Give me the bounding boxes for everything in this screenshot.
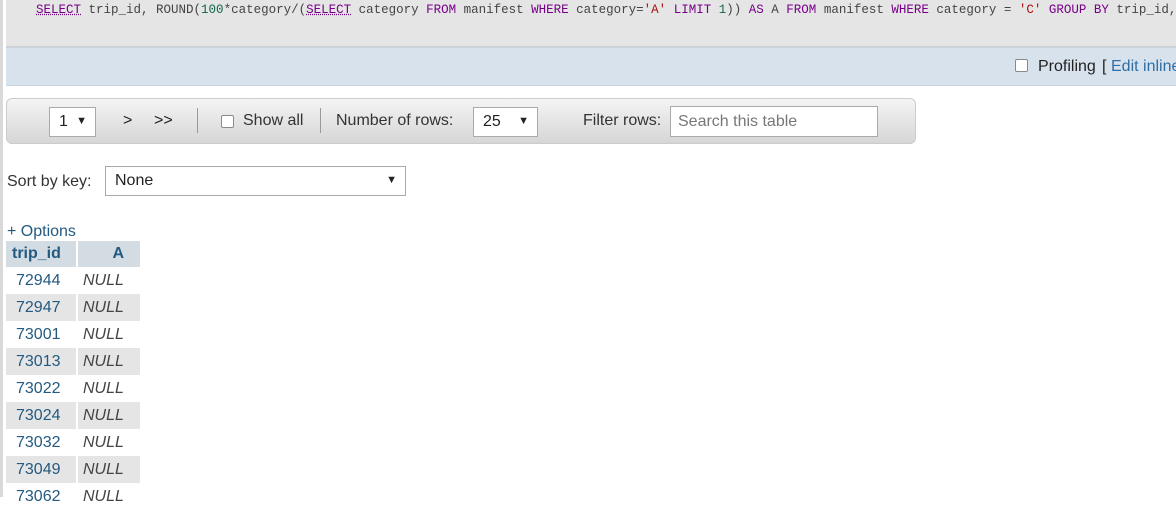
cell-a[interactable]: NULL	[77, 294, 140, 321]
page-select[interactable]: 1 ▼	[49, 107, 96, 137]
page-select-value: 1	[59, 113, 68, 130]
profiling-checkbox[interactable]	[1015, 59, 1028, 72]
sql-token: SELECT	[306, 3, 352, 17]
table-row[interactable]: 73022 NULL	[6, 375, 140, 402]
sort-select-value: None	[115, 172, 154, 189]
table-row[interactable]: 72944 NULL	[6, 267, 140, 294]
sql-token: SELECT	[36, 3, 82, 17]
sql-token: FROM	[426, 3, 457, 17]
sql-token: ))	[726, 3, 749, 17]
chevron-down-icon: ▼	[518, 115, 529, 127]
sql-token: *category/(	[223, 3, 307, 17]
cell-trip-id[interactable]: 73049	[6, 456, 78, 483]
results-table: trip_id A 72944 NULL 72947 NULL 73001 NU…	[6, 241, 140, 510]
sort-by-key-label: Sort by key:	[7, 173, 92, 190]
navigation-bar: 1 ▼ > >> Show all Number of rows: 25 ▼ F…	[6, 98, 916, 144]
table-header-row: trip_id A	[6, 241, 140, 267]
sql-token: LIMIT	[673, 3, 712, 17]
sql-token: GROUP BY	[1048, 3, 1109, 17]
divider	[197, 108, 198, 133]
options-toggle[interactable]: + Options	[7, 223, 76, 241]
sql-token: 'C'	[1018, 3, 1042, 17]
filter-rows-label: Filter rows:	[583, 112, 662, 129]
sql-query-box: SELECT trip_id, ROUND(100*category/(SELE…	[6, 0, 1176, 47]
cell-trip-id[interactable]: 72944	[6, 267, 78, 294]
left-border	[0, 0, 3, 497]
sql-token: manifest	[456, 3, 532, 17]
sort-by-key-select[interactable]: None ▼	[105, 166, 406, 196]
table-row[interactable]: 73024 NULL	[6, 402, 140, 429]
cell-trip-id[interactable]: 73013	[6, 348, 78, 375]
profiling-bar: Profiling [ Edit inline	[6, 47, 1176, 86]
sql-query-text: SELECT trip_id, ROUND(100*category/(SELE…	[36, 3, 1176, 17]
show-all-label: Show all	[243, 112, 304, 129]
filter-search-input[interactable]	[670, 106, 878, 137]
cell-trip-id[interactable]: 72947	[6, 294, 78, 321]
rows-select[interactable]: 25 ▼	[473, 107, 538, 137]
cell-trip-id[interactable]: 73024	[6, 402, 78, 429]
cell-a[interactable]: NULL	[77, 429, 140, 456]
cell-a[interactable]: NULL	[77, 267, 140, 294]
last-page-button[interactable]: >>	[154, 112, 173, 130]
sql-token: category	[351, 3, 427, 17]
chevron-down-icon: ▼	[386, 174, 397, 186]
table-row[interactable]: 73013 NULL	[6, 348, 140, 375]
table-row[interactable]: 72947 NULL	[6, 294, 140, 321]
sql-token: WHERE	[891, 3, 929, 17]
profiling-label: Profiling	[1038, 58, 1096, 75]
sql-token: 'A'	[643, 3, 667, 17]
profiling-bracket: [	[1102, 58, 1107, 75]
cell-trip-id[interactable]: 73032	[6, 429, 78, 456]
sql-token: category =	[928, 3, 1019, 17]
rows-select-value: 25	[483, 113, 501, 130]
column-header-a[interactable]: A	[77, 241, 140, 267]
divider	[320, 108, 321, 133]
cell-a[interactable]: NULL	[77, 321, 140, 348]
sql-token: 100	[201, 3, 224, 17]
sql-token: manifest	[816, 3, 892, 17]
table-row[interactable]: 73049 NULL	[6, 456, 140, 483]
table-row[interactable]: 73032 NULL	[6, 429, 140, 456]
cell-a[interactable]: NULL	[77, 456, 140, 483]
cell-trip-id[interactable]: 73022	[6, 375, 78, 402]
show-all-checkbox[interactable]	[221, 115, 234, 128]
rows-label: Number of rows:	[336, 112, 454, 129]
sql-token: trip_id, A	[1116, 3, 1176, 17]
next-page-button[interactable]: >	[123, 112, 132, 130]
sql-token: trip_id, ROUND(	[81, 3, 202, 17]
sql-token: FROM	[786, 3, 817, 17]
sql-token: A	[763, 3, 787, 17]
cell-trip-id[interactable]: 73001	[6, 321, 78, 348]
cell-a[interactable]: NULL	[77, 375, 140, 402]
sql-token: category=	[568, 3, 644, 17]
sql-token: AS	[748, 3, 764, 17]
cell-a[interactable]: NULL	[77, 348, 140, 375]
chevron-down-icon: ▼	[76, 115, 87, 127]
column-header-trip-id[interactable]: trip_id	[6, 241, 78, 267]
cell-a[interactable]: NULL	[77, 402, 140, 429]
edit-inline-link[interactable]: Edit inline	[1111, 58, 1176, 76]
sql-token: WHERE	[531, 3, 569, 17]
table-row[interactable]: 73001 NULL	[6, 321, 140, 348]
